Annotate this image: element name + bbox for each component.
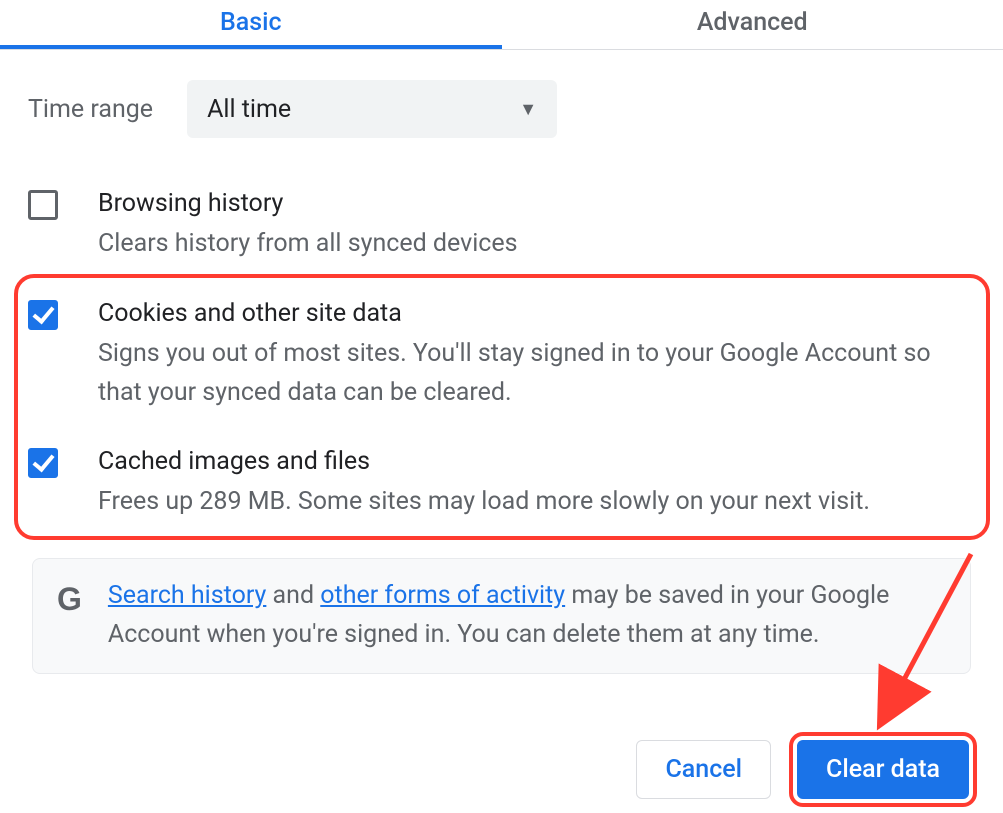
link-search-history[interactable]: Search history xyxy=(108,581,266,610)
clear-data-button[interactable]: Clear data xyxy=(797,740,969,799)
cancel-button[interactable]: Cancel xyxy=(636,740,771,799)
option-title: Cached images and files xyxy=(98,444,975,479)
tab-basic[interactable]: Basic xyxy=(0,0,502,49)
checkbox-cached[interactable] xyxy=(28,448,58,478)
chevron-down-icon: ▼ xyxy=(519,99,537,120)
time-range-select[interactable]: All time ▼ xyxy=(187,80,557,138)
annotation-clear-highlight: Clear data xyxy=(789,732,977,807)
google-account-note: G Search history and other forms of acti… xyxy=(32,558,971,674)
option-title: Cookies and other site data xyxy=(98,296,975,331)
option-desc: Clears history from all synced devices xyxy=(98,225,975,264)
option-cached[interactable]: Cached images and files Frees up 289 MB.… xyxy=(28,436,975,546)
option-cookies[interactable]: Cookies and other site data Signs you ou… xyxy=(28,288,975,437)
checkbox-browsing-history[interactable] xyxy=(28,190,58,220)
time-range-label: Time range xyxy=(28,95,153,124)
link-other-activity[interactable]: other forms of activity xyxy=(320,581,565,610)
time-range-value: All time xyxy=(207,95,291,124)
google-note-text: Search history and other forms of activi… xyxy=(108,577,946,655)
option-desc: Frees up 289 MB. Some sites may load mor… xyxy=(98,483,975,522)
checkbox-cookies[interactable] xyxy=(28,300,58,330)
option-desc: Signs you out of most sites. You'll stay… xyxy=(98,335,975,413)
google-icon: G xyxy=(57,583,82,615)
option-title: Browsing history xyxy=(98,186,975,221)
option-browsing-history[interactable]: Browsing history Clears history from all… xyxy=(28,178,975,288)
note-mid: and xyxy=(266,581,320,610)
tab-advanced[interactable]: Advanced xyxy=(502,0,1003,49)
